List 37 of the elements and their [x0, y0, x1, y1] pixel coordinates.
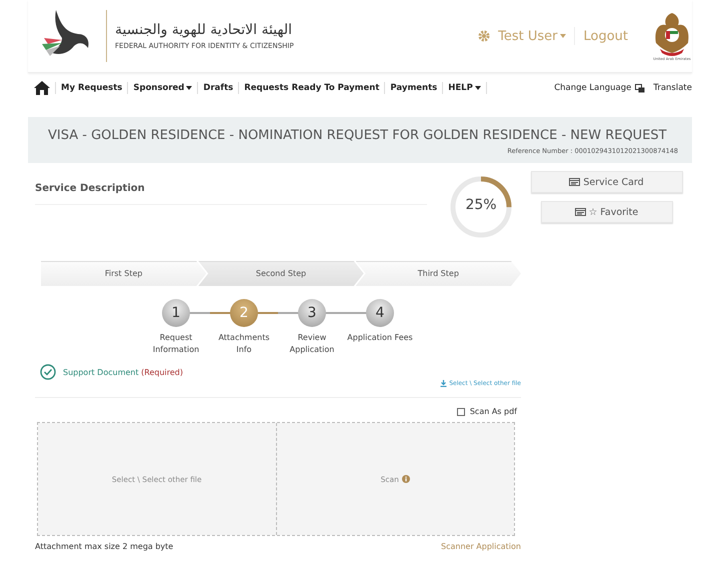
wizard-step[interactable]: First Step: [41, 261, 206, 286]
step-number: 1: [162, 299, 190, 327]
step-label: Request Information: [152, 332, 200, 356]
step-number: 3: [298, 299, 326, 327]
home-icon[interactable]: [34, 81, 50, 95]
scan-as-pdf-checkbox[interactable]: [456, 408, 465, 416]
change-language-link[interactable]: Change Language: [554, 83, 632, 93]
step-label: Review Application: [288, 332, 336, 356]
card-icon: [569, 178, 580, 186]
document-label: Support Document (Required): [63, 368, 184, 376]
progress-percent: 25%: [464, 197, 498, 213]
nav-link[interactable]: Requests Ready To Payment: [244, 83, 380, 93]
step-label: Application Fees: [347, 332, 413, 344]
nav-link[interactable]: Payments: [390, 83, 438, 93]
nav-link[interactable]: HELP: [448, 83, 481, 93]
download-icon[interactable]: [440, 380, 448, 387]
page-title: VISA - GOLDEN RESIDENCE - NOMINATION REQUEST FOR GOLDEN RESIDENCE - NEW REQUEST: [48, 127, 668, 145]
step-number: 2: [230, 299, 258, 327]
service-card-button[interactable]: Service Card: [530, 171, 682, 193]
step-number: 4: [366, 299, 394, 327]
translate-link[interactable]: Translate: [653, 83, 692, 93]
card-icon: [574, 208, 586, 216]
organization-name-arabic: الهيئة الاتحادية للهوية والجنسية: [115, 22, 294, 38]
checkbox-label: Scan As pdf: [470, 407, 517, 416]
check-circle-icon: [40, 364, 56, 380]
caret-icon: [560, 34, 566, 38]
favorite-button[interactable]: ☆ Favorite: [540, 201, 672, 223]
step-label: Attachments Info: [217, 332, 271, 356]
info-icon: [402, 475, 410, 483]
nav-link[interactable]: Sponsored: [133, 83, 192, 93]
wizard-step[interactable]: Third Step: [356, 261, 521, 286]
wizard-step[interactable]: Second Step: [198, 261, 364, 286]
size-note: Attachment max size 2 mega byte: [35, 542, 174, 551]
translate-icon[interactable]: [635, 84, 646, 92]
nav-link[interactable]: Drafts: [203, 83, 234, 93]
section-heading: Service Description: [35, 183, 146, 194]
nav-link[interactable]: My Requests: [61, 83, 122, 93]
